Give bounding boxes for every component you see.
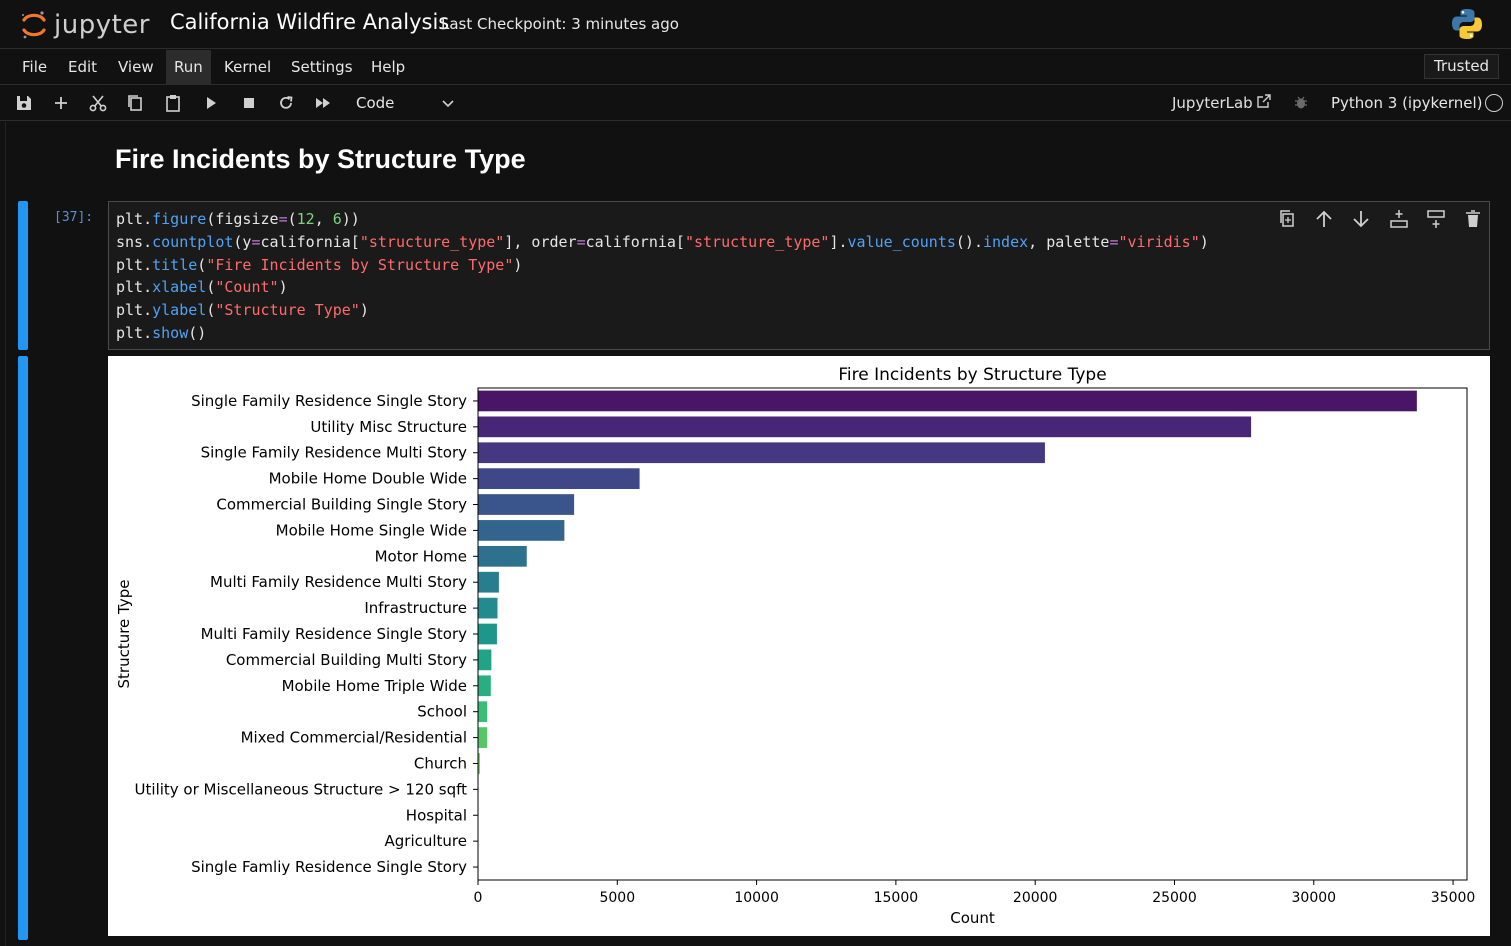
y-tick-label-6: Mobile Home Single Wide [276, 521, 467, 539]
output-collapser[interactable] [18, 356, 28, 940]
bar-12 [478, 675, 491, 697]
y-tick-label-3: Single Family Residence Multi Story [201, 444, 468, 462]
y-tick-label-10: Multi Family Residence Single Story [201, 625, 468, 643]
y-tick-label-15: Church [414, 754, 467, 772]
x-tick-label-7: 30000 [1292, 890, 1337, 906]
interrupt-kernel-icon[interactable] [239, 93, 259, 113]
insert-below-icon[interactable] [1424, 207, 1448, 231]
menu-kernel[interactable]: Kernel [216, 50, 279, 85]
menu-run[interactable]: Run [166, 50, 211, 85]
notebook-title[interactable]: California Wildfire Analysis [170, 10, 449, 34]
move-up-icon[interactable] [1312, 207, 1336, 231]
kernel-status-idle-icon [1485, 94, 1503, 112]
menu-view[interactable]: View [110, 50, 162, 85]
delete-cell-icon[interactable] [1461, 207, 1485, 231]
y-tick-label-2: Utility Misc Structure [310, 418, 467, 436]
menu-settings[interactable]: Settings [283, 50, 361, 85]
x-axis-label: Count [950, 909, 995, 927]
y-tick-label-5: Commercial Building Single Story [216, 496, 467, 514]
cut-icon[interactable] [88, 93, 108, 113]
cell-action-toolbar [1270, 207, 1484, 231]
move-down-icon[interactable] [1349, 207, 1373, 231]
last-checkpoint: Last Checkpoint: 3 minutes ago [441, 15, 679, 33]
y-tick-label-12: Mobile Home Triple Wide [282, 677, 467, 695]
y-tick-label-16: Utility or Miscellaneous Structure > 120… [135, 780, 468, 798]
kernel-name[interactable]: Python 3 (ipykernel) [1331, 94, 1483, 112]
bar-11 [478, 649, 492, 671]
y-tick-label-9: Infrastructure [364, 599, 467, 617]
code-source[interactable]: plt.figure(figsize=(12, 6)) sns.countplo… [116, 208, 1209, 345]
bar-3 [478, 442, 1045, 464]
bar-13 [478, 701, 488, 723]
save-icon[interactable] [14, 93, 34, 113]
paste-icon[interactable] [163, 93, 183, 113]
add-cell-icon[interactable] [51, 93, 71, 113]
jupyter-logo-icon [22, 11, 46, 39]
open-in-jupyterlab-link[interactable]: JupyterLab [1172, 94, 1253, 112]
duplicate-cell-icon[interactable] [1275, 207, 1299, 231]
bar-6 [478, 520, 565, 541]
y-tick-label-18: Agriculture [385, 832, 468, 850]
y-axis-label: Structure Type [115, 580, 133, 689]
y-tick-label-17: Hospital [406, 806, 467, 824]
menu-help[interactable]: Help [363, 50, 413, 85]
cell-type-value: Code [356, 94, 395, 112]
bar-1 [478, 390, 1417, 412]
chevron-down-icon [442, 100, 454, 108]
notebook-toolbar: Code JupyterLab Python 3 (ipykernel) [0, 86, 1511, 121]
trusted-indicator[interactable]: Trusted [1424, 54, 1500, 79]
y-tick-label-4: Mobile Home Double Wide [269, 470, 467, 488]
cell-type-select[interactable]: Code [350, 91, 460, 115]
restart-kernel-icon[interactable] [276, 93, 296, 113]
external-link-icon [1257, 94, 1271, 108]
input-collapser[interactable] [18, 201, 28, 350]
execution-count-prompt: [37]: [54, 210, 94, 225]
y-tick-label-19: Single Famliy Residence Single Story [191, 858, 467, 876]
x-tick-label-3: 10000 [734, 890, 779, 906]
bar-7 [478, 545, 527, 567]
x-tick-label-2: 5000 [599, 890, 635, 906]
y-tick-label-8: Multi Family Residence Multi Story [210, 573, 467, 591]
bar-10 [478, 623, 497, 645]
x-tick-label-4: 15000 [874, 890, 919, 906]
chart-title: Fire Incidents by Structure Type [838, 365, 1106, 385]
jupyter-logo-text: jupyter [54, 10, 150, 40]
jupyter-logo[interactable]: jupyter [18, 6, 158, 44]
bar-8 [478, 571, 499, 593]
menu-edit[interactable]: Edit [60, 50, 105, 85]
countplot-chart: Fire Incidents by Structure Type Single F… [115, 365, 1476, 927]
restart-run-all-icon[interactable] [313, 93, 333, 113]
y-tick-label-14: Mixed Commercial/Residential [241, 729, 467, 747]
bar-14 [478, 727, 488, 748]
bar-9 [478, 597, 498, 619]
x-tick-label-5: 20000 [1013, 890, 1058, 906]
x-tick-label-8: 35000 [1431, 890, 1476, 906]
debugger-bug-icon[interactable] [1293, 94, 1309, 110]
copy-icon[interactable] [125, 93, 145, 113]
menu-bar: File Edit View Run Kernel Settings Help … [0, 50, 1511, 85]
y-tick-label-11: Commercial Building Multi Story [226, 651, 467, 669]
bar-4 [478, 468, 640, 489]
x-tick-label-6: 25000 [1152, 890, 1197, 906]
top-header: jupyter California Wildfire Analysis Las… [0, 0, 1511, 49]
y-tick-label-1: Single Family Residence Single Story [191, 392, 467, 410]
y-tick-label-13: School [417, 703, 467, 721]
x-tick-label-1: 0 [474, 890, 483, 906]
y-tick-label-7: Motor Home [375, 547, 467, 565]
run-cell-icon[interactable] [201, 93, 221, 113]
bar-5 [478, 494, 575, 515]
menu-file[interactable]: File [14, 50, 55, 85]
cell-output: Fire Incidents by Structure Type Single F… [108, 356, 1490, 936]
markdown-heading: Fire Incidents by Structure Type [115, 144, 526, 174]
bar-2 [478, 416, 1252, 438]
insert-above-icon[interactable] [1387, 207, 1411, 231]
python-logo-icon [1452, 9, 1482, 39]
